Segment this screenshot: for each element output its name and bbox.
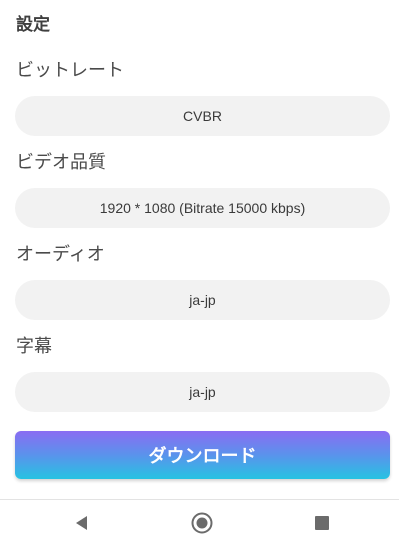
audio-label: オーディオ — [16, 244, 105, 265]
back-button[interactable] — [69, 510, 95, 536]
home-button[interactable] — [189, 510, 215, 536]
bitrate-select[interactable]: CVBR — [15, 96, 390, 136]
video-quality-label: ビデオ品質 — [16, 152, 106, 173]
system-navigation-bar — [0, 499, 399, 545]
bitrate-label: ビットレート — [16, 60, 124, 81]
subtitles-label: 字幕 — [16, 336, 52, 357]
subtitles-select[interactable]: ja-jp — [15, 372, 390, 412]
recents-button[interactable] — [309, 510, 335, 536]
download-button-label: ダウンロード — [148, 446, 257, 467]
subtitles-value: ja-jp — [189, 384, 216, 400]
video-quality-value: 1920 * 1080 (Bitrate 15000 kbps) — [99, 200, 306, 216]
page-title: 設定 — [16, 15, 50, 35]
back-icon — [76, 516, 87, 530]
video-quality-select[interactable]: 1920 * 1080 (Bitrate 15000 kbps) — [15, 188, 390, 228]
recents-icon — [315, 516, 329, 530]
audio-value: ja-jp — [189, 292, 216, 308]
audio-select[interactable]: ja-jp — [15, 280, 390, 320]
home-icon — [191, 512, 213, 534]
download-button[interactable]: ダウンロード — [15, 431, 390, 479]
bitrate-value: CVBR — [183, 108, 222, 124]
settings-screen: 設定 ビットレート CVBR ビデオ品質 1920 * 1080 (Bitrat… — [0, 0, 399, 545]
